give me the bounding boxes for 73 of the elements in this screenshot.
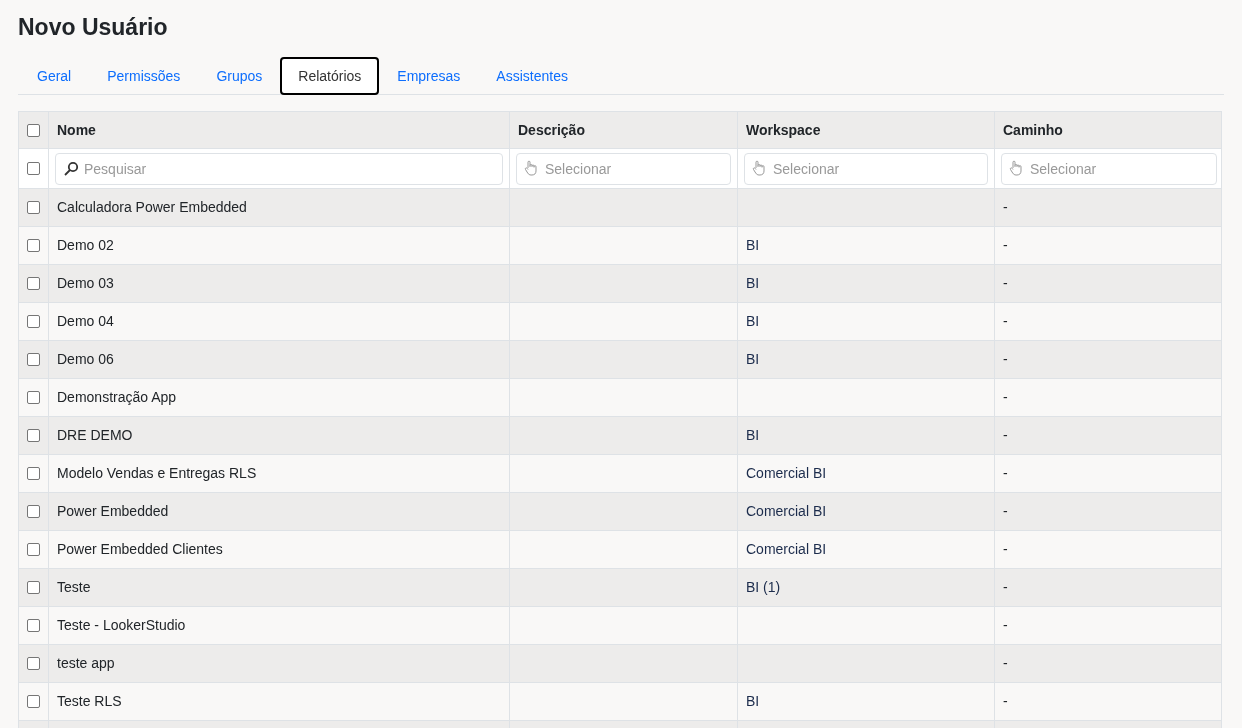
workspace-text: BI <box>746 274 760 293</box>
report-name: Teste <box>57 578 91 597</box>
workspace-text: BI (1) <box>746 578 781 597</box>
column-header: Descrição <box>518 120 585 140</box>
checkbox[interactable] <box>27 162 40 175</box>
tab[interactable]: Empresas <box>379 57 479 95</box>
tab[interactable]: Assistentes <box>478 57 586 95</box>
workspace-text: BI <box>746 426 760 445</box>
column-header: Caminho <box>1003 120 1063 140</box>
tab[interactable]: Grupos <box>198 57 281 95</box>
workspace-text: BI <box>746 692 760 711</box>
report-name: Teste - LookerStudio <box>57 616 186 635</box>
checkbox[interactable] <box>27 505 40 518</box>
path-text: - <box>1003 274 1008 293</box>
checkbox[interactable] <box>27 239 40 252</box>
path-text: - <box>1003 350 1008 369</box>
path-text: - <box>1003 616 1008 635</box>
report-name: teste app <box>57 654 115 673</box>
checkbox[interactable] <box>27 657 40 670</box>
checkbox[interactable] <box>27 353 40 366</box>
checkbox[interactable] <box>27 391 40 404</box>
path-text: - <box>1003 426 1008 445</box>
workspace-text: BI <box>746 236 760 255</box>
checkbox[interactable] <box>27 581 40 594</box>
checkbox[interactable] <box>27 543 40 556</box>
report-name: Power Embedded Clientes <box>57 540 223 559</box>
report-name: Power Embedded <box>57 502 169 521</box>
report-name: Modelo Vendas e Entregas RLS <box>57 464 257 483</box>
report-name: Demo 02 <box>57 236 114 255</box>
checkbox[interactable] <box>27 467 40 480</box>
report-name: Demo 04 <box>57 312 114 331</box>
report-name: Demo 06 <box>57 350 114 369</box>
path-text: - <box>1003 312 1008 331</box>
column-header: Nome <box>57 120 96 140</box>
checkbox[interactable] <box>27 123 40 137</box>
report-name: DRE DEMO <box>57 426 133 445</box>
report-name: Demonstração App <box>57 388 177 407</box>
column-header: Workspace <box>746 120 821 140</box>
path-text: - <box>1003 198 1008 217</box>
tab[interactable]: Geral <box>19 57 90 95</box>
workspace-text: Comercial BI <box>746 502 827 521</box>
workspace-text: BI <box>746 312 760 331</box>
path-text: - <box>1003 540 1008 559</box>
checkbox[interactable] <box>27 695 40 708</box>
tab[interactable]: Permissões <box>89 57 199 95</box>
search-field[interactable]: Pesquisar <box>55 152 503 185</box>
search-icon <box>63 160 79 177</box>
path-text: - <box>1003 654 1008 673</box>
workspace-text: BI <box>746 350 760 369</box>
checkbox[interactable] <box>27 619 40 632</box>
path-text: - <box>1003 464 1008 483</box>
checkbox[interactable] <box>27 315 40 328</box>
select-field[interactable]: Selecionar <box>744 152 988 185</box>
checkbox[interactable] <box>27 201 40 214</box>
checkbox[interactable] <box>27 429 40 442</box>
report-name: Calculadora Power Embedded <box>57 198 247 217</box>
path-text: - <box>1003 236 1008 255</box>
workspace-text: Comercial BI <box>746 540 827 559</box>
path-text: - <box>1003 578 1008 597</box>
hand-pointer-icon <box>752 159 766 176</box>
path-text: - <box>1003 502 1008 521</box>
path-text: - <box>1003 388 1008 407</box>
hand-pointer-icon <box>524 159 538 176</box>
select-field[interactable]: Selecionar <box>1001 152 1217 185</box>
hand-pointer-icon <box>1009 159 1023 176</box>
report-name: Teste RLS <box>57 692 122 711</box>
checkbox[interactable] <box>27 277 40 290</box>
report-name: Demo 03 <box>57 274 114 293</box>
path-text: - <box>1003 692 1008 711</box>
workspace-text: Comercial BI <box>746 464 827 483</box>
select-field[interactable]: Selecionar <box>516 152 731 185</box>
page-title: Novo Usuário <box>18 13 168 42</box>
tab[interactable]: Relatórios <box>280 57 380 95</box>
